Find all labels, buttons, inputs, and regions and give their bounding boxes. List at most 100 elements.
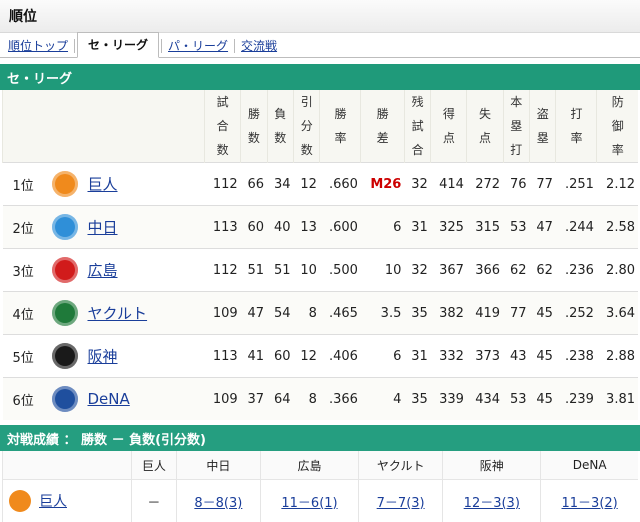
rank-cell: 4位 [3,292,49,335]
team-link[interactable]: ヤクルト [88,305,148,323]
cell-l: 40 [267,206,293,249]
cell-w: 47 [241,292,267,335]
page: 順位 順位トップ セ・リーグ パ・リーグ 交流戦 セ・リーグ 試合数勝数負数引分… [0,0,640,521]
baystars-icon [52,386,78,412]
header-5: 勝差 [361,90,404,163]
vs-cell[interactable]: 11－3(2) [541,480,638,522]
carp-icon [52,257,78,283]
header-char: 数 [241,126,266,150]
cell-hr: 43 [503,335,529,378]
header-char: 塁 [530,126,555,150]
cell-l: 64 [267,378,293,421]
vs-result-link[interactable]: 7－7(3) [377,496,425,511]
table-row: 4位ヤクルト10947548.4653.5353824197745.2523.6… [3,292,639,335]
cell-avg: .252 [556,292,597,335]
team-link[interactable]: 阪神 [88,348,118,366]
header-char: 勝 [241,102,266,126]
header-char: 防 [597,90,638,114]
cell-l: 60 [267,335,293,378]
page-title: 順位 [0,0,640,33]
header-char: 差 [361,126,403,150]
cell-sb: 62 [530,249,556,292]
vs-header-row: 巨人中日広島ヤクルト阪神DeNA [3,451,639,480]
header-char: 分 [294,114,319,138]
team-cell: 中日 [49,206,205,249]
cell-rem: 31 [404,335,430,378]
cell-ra: 419 [467,292,503,335]
header-char: 負 [268,102,293,126]
cell-games: 112 [205,249,241,292]
cell-d: 8 [294,292,320,335]
vs-result-link[interactable]: 12－3(3) [464,496,520,511]
header-12: 防御率 [597,90,638,163]
rank-cell: 3位 [3,249,49,292]
team-link[interactable]: 巨人 [39,494,67,510]
header-char: 勝 [320,102,360,126]
rank-cell: 6位 [3,378,49,421]
tab-separator [74,39,75,53]
cell-games: 109 [205,292,241,335]
rank-cell: 2位 [3,206,49,249]
tab-pacific-league[interactable]: パ・リーグ [164,35,232,57]
cell-avg: .251 [556,163,597,206]
team-cell: 広島 [49,249,205,292]
giants-icon [52,171,78,197]
vs-team-cell: 巨人 [3,480,132,522]
vs-cell[interactable]: 7－7(3) [358,480,442,522]
team-link[interactable]: DeNA [88,390,130,408]
header-char: 打 [504,138,529,162]
cell-rem: 35 [404,292,430,335]
team-link[interactable]: 巨人 [88,176,118,194]
cell-d: 10 [294,249,320,292]
header-char: 引 [294,90,319,114]
header-char: 率 [320,126,360,150]
header-char: 本 [504,90,529,114]
cell-gb: M26 [361,163,404,206]
tab-separator [234,39,235,53]
header-10: 盗塁 [530,90,556,163]
tab-central-league[interactable]: セ・リーグ [77,32,159,58]
cell-pct: .465 [320,292,361,335]
cell-pct: .660 [320,163,361,206]
vs-cell[interactable]: 11－6(1) [261,480,359,522]
cell-gb: 3.5 [361,292,404,335]
header-char: 盗 [530,102,555,126]
vs-cell[interactable]: 8－8(3) [176,480,260,522]
vs-result-link[interactable]: 8－8(3) [194,496,242,511]
vs-cell: － [132,480,177,522]
cell-hr: 53 [503,378,529,421]
table-row: 2位中日113604013.6006313253155347.2442.58 [3,206,639,249]
cell-l: 51 [267,249,293,292]
vs-row: 巨人 － 8－8(3) 11－6(1) 7－7(3) 12－3(3) 11－3(2) [3,480,639,522]
giants-icon [9,490,31,512]
cell-rem: 31 [404,206,430,249]
team-link[interactable]: 広島 [88,262,118,280]
vs-result-link[interactable]: 11－6(1) [281,496,337,511]
team-link[interactable]: 中日 [88,219,118,237]
cell-hr: 77 [503,292,529,335]
cell-hr: 76 [503,163,529,206]
header-char: 得 [431,102,466,126]
vs-header-blank [3,451,132,480]
tab-interleague[interactable]: 交流戦 [237,35,281,57]
tab-standings-top[interactable]: 順位トップ [4,35,72,57]
cell-games: 113 [205,206,241,249]
vs-header-2: 広島 [261,451,359,480]
standings-header-row: 試合数勝数負数引分数勝率勝差残試合得点失点本塁打盗塁打率防御率 [3,90,639,163]
header-6: 残試合 [404,90,430,163]
vs-cell[interactable]: 12－3(3) [443,480,541,522]
vs-result-link[interactable]: 11－3(2) [562,496,618,511]
header-char: 残 [405,90,430,114]
header-char: 塁 [504,114,529,138]
cell-rs: 339 [431,378,467,421]
dragons-icon [52,214,78,240]
cell-rem: 32 [404,249,430,292]
cell-sb: 45 [530,292,556,335]
header-char: 御 [597,114,638,138]
cell-era: 2.80 [597,249,638,292]
header-9: 本塁打 [503,90,529,163]
header-char: 点 [467,126,502,150]
header-char: 合 [205,114,240,138]
table-row: 6位DeNA10937648.3664353394345345.2393.81 [3,378,639,421]
cell-rs: 382 [431,292,467,335]
